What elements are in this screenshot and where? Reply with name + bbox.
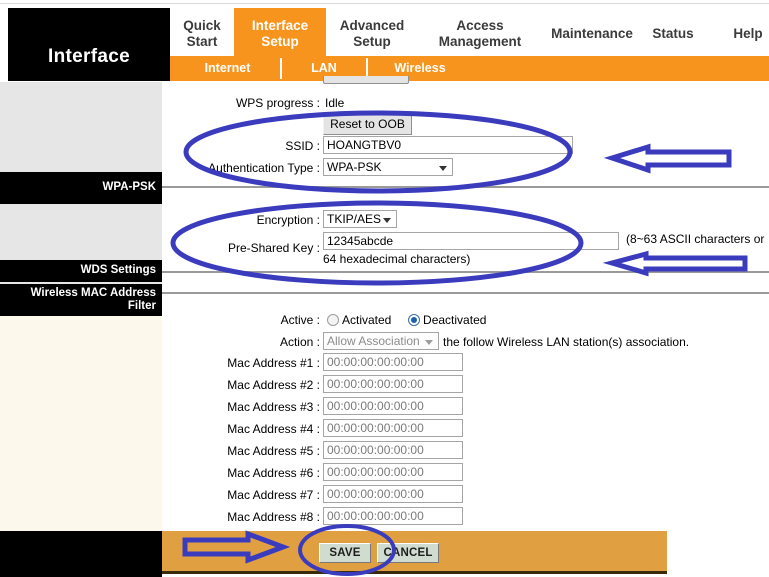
ssid-input[interactable]: HOANGTBV0 — [323, 136, 573, 154]
subnav-separator-1 — [280, 58, 282, 79]
save-button[interactable]: SAVE — [319, 543, 371, 563]
pre-shared-key-hint-right: (8~63 ASCII characters or — [626, 232, 765, 246]
brand-block: Interface — [8, 8, 170, 81]
reset-to-oob-button[interactable]: Reset to OOB — [323, 114, 412, 135]
nav-item-maintenance-line1: Maintenance — [551, 26, 633, 42]
wps-progress-value: Idle — [325, 96, 345, 110]
pre-shared-key-label: Pre-Shared Key : — [227, 241, 320, 255]
nav-item-help[interactable]: Help — [726, 8, 769, 60]
nav-item-status[interactable]: Status — [642, 8, 704, 60]
nav-item-quick-start-line1: Quick — [183, 18, 221, 34]
nav-item-interface-setup-line1: Interface — [251, 18, 309, 34]
radio-activated[interactable]: Activated — [327, 313, 391, 327]
sidebar-label-wds-settings: WDS Settings — [80, 264, 156, 277]
active-label: Active : — [280, 313, 320, 327]
mac-address-5-input[interactable]: 00:00:00:00:00:00 — [323, 441, 463, 459]
subnav-item-internet[interactable]: Internet — [180, 56, 275, 81]
radio-activated-dot — [327, 314, 339, 326]
sidebar-spacer-middle — [0, 204, 162, 260]
authentication-type-label: Authentication Type : — [208, 161, 320, 175]
mac-address-8-input[interactable]: 00:00:00:00:00:00 — [323, 507, 463, 525]
cancel-button[interactable]: CANCEL — [377, 543, 439, 563]
mac-address-2-label: Mac Address #2 : — [227, 378, 320, 392]
action-label: Action : — [279, 335, 320, 349]
sidebar-section-wpa-psk: WPA-PSK — [0, 172, 162, 204]
mac-address-3-label: Mac Address #3 : — [227, 400, 320, 414]
mac-address-1-input[interactable]: 00:00:00:00:00:00 — [323, 353, 463, 371]
mac-address-6-input[interactable]: 00:00:00:00:00:00 — [323, 463, 463, 481]
action-suffix-text: the follow Wireless LAN station(s) assoc… — [443, 335, 690, 349]
chevron-down-icon — [425, 340, 433, 345]
brand-title: Interface — [48, 46, 130, 67]
mac-address-4-label: Mac Address #4 : — [227, 422, 320, 436]
radio-activated-label: Activated — [342, 313, 392, 327]
mac-address-7-label: Mac Address #7 : — [227, 488, 320, 502]
sidebar-section-mac-filter: Wireless MAC Address Filter — [0, 284, 162, 316]
encryption-value: TKIP/AES — [327, 212, 382, 226]
mac-address-7-input[interactable]: 00:00:00:00:00:00 — [323, 485, 463, 503]
nav-item-advanced-setup-line1: Advanced — [339, 18, 405, 34]
mac-address-5-label: Mac Address #5 : — [227, 444, 320, 458]
radio-deactivated-label: Deactivated — [423, 313, 487, 327]
nav-item-quick-start-line2: Start — [186, 34, 218, 49]
nav-item-access-management-line1: Access — [456, 18, 504, 34]
nav-item-access-management-line2: Management — [438, 34, 522, 49]
nav-item-status-line1: Status — [652, 26, 694, 42]
separator-rule-3 — [162, 292, 769, 294]
radio-deactivated[interactable]: Deactivated — [408, 313, 486, 327]
nav-item-interface-setup[interactable]: Interface Setup — [234, 8, 326, 60]
sidebar-spacer-bottom — [0, 316, 162, 531]
encryption-label: Encryption : — [256, 213, 320, 227]
mac-address-4-input[interactable]: 00:00:00:00:00:00 — [323, 419, 463, 437]
nav-item-advanced-setup[interactable]: Advanced Setup — [326, 8, 418, 60]
mac-address-2-input[interactable]: 00:00:00:00:00:00 — [323, 375, 463, 393]
content-panel: WPS progress : Idle Reset to OOB SSID : … — [162, 76, 769, 531]
radio-deactivated-dot — [408, 314, 421, 326]
action-select[interactable]: Allow Association — [323, 332, 439, 350]
partial-button-above-fold[interactable] — [323, 76, 409, 84]
nav-item-advanced-setup-line2: Setup — [353, 34, 391, 49]
sub-nav: Internet LAN Wireless — [170, 56, 769, 81]
action-value: Allow Association — [327, 334, 420, 348]
sidebar-label-mac-filter-line1: Wireless MAC Address — [30, 286, 156, 299]
wps-progress-label: WPS progress : — [235, 96, 320, 110]
mac-address-6-label: Mac Address #6 : — [227, 466, 320, 480]
sidebar-label-wpa-psk: WPA-PSK — [102, 181, 156, 194]
sidebar-section-wds-settings: WDS Settings — [0, 260, 162, 282]
sidebar-label-mac-filter-line2: Filter — [127, 300, 156, 312]
footer-bar: SAVE CANCEL — [162, 531, 667, 574]
authentication-type-select[interactable]: WPA-PSK — [323, 158, 453, 176]
mac-address-3-input[interactable]: 00:00:00:00:00:00 — [323, 397, 463, 415]
pre-shared-key-hint-below: 64 hexadecimal characters) — [323, 252, 471, 266]
mac-address-8-label: Mac Address #8 : — [227, 510, 320, 524]
separator-rule-2 — [162, 271, 769, 273]
nav-item-interface-setup-line2: Setup — [261, 34, 299, 49]
nav-item-help-line1: Help — [733, 26, 763, 42]
router-admin-page: Interface Quick Start Interface Setup Ad… — [0, 0, 769, 577]
active-radio-group: Activated Deactivated — [327, 313, 486, 327]
authentication-type-value: WPA-PSK — [327, 160, 382, 174]
ssid-label: SSID : — [285, 139, 320, 153]
encryption-select[interactable]: TKIP/AES — [323, 210, 397, 228]
pre-shared-key-input[interactable]: 12345abcde — [323, 232, 619, 250]
nav-item-maintenance[interactable]: Maintenance — [542, 8, 642, 60]
mac-address-1-label: Mac Address #1 : — [227, 356, 320, 370]
footer-left-block — [0, 531, 162, 577]
chevron-down-icon — [383, 218, 391, 223]
chevron-down-icon — [439, 166, 447, 171]
nav-item-quick-start[interactable]: Quick Start — [170, 8, 234, 60]
nav-item-access-management[interactable]: Access Management — [418, 8, 542, 60]
sidebar-spacer-top — [0, 82, 162, 172]
separator-rule-1 — [162, 186, 769, 188]
